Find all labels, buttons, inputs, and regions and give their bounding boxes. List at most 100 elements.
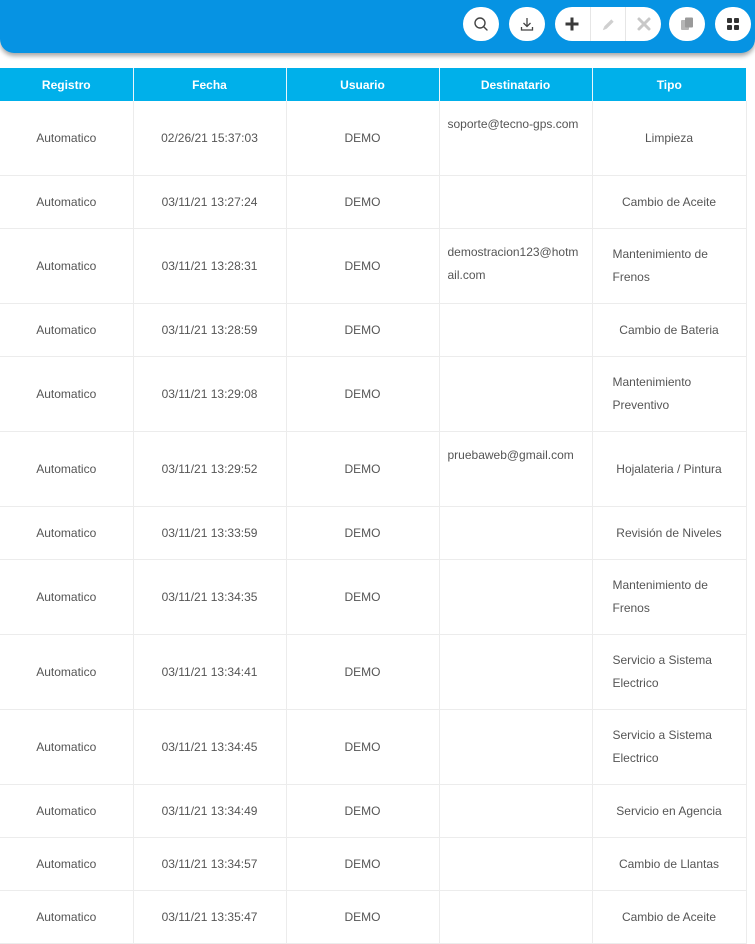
toolbar	[0, 0, 755, 53]
table-header-row: Registro Fecha Usuario Destinatario Tipo	[0, 68, 746, 101]
cell-registro: Automatico	[0, 303, 134, 357]
cell-registro: Automatico	[0, 101, 134, 176]
table-row[interactable]: Automatico 03/11/21 13:34:49 DEMO Servic…	[0, 784, 747, 838]
cell-fecha: 03/11/21 13:34:35	[133, 559, 287, 635]
column-header-usuario[interactable]: Usuario	[286, 68, 440, 101]
cell-tipo: Cambio de Aceite	[592, 175, 747, 229]
pencil-icon	[602, 18, 614, 30]
column-header-destinatario[interactable]: Destinatario	[439, 68, 593, 101]
cell-usuario: DEMO	[286, 356, 440, 432]
cell-destinatario	[439, 506, 593, 560]
copy-button[interactable]	[669, 7, 705, 41]
cell-fecha: 03/11/21 13:27:24	[133, 175, 287, 229]
cell-usuario: DEMO	[286, 228, 440, 304]
cell-fecha: 03/11/21 13:28:59	[133, 303, 287, 357]
cell-registro: Automatico	[0, 228, 134, 304]
table-row[interactable]: Automatico 02/26/21 15:37:03 DEMO soport…	[0, 101, 747, 176]
cell-registro: Automatico	[0, 709, 134, 785]
cell-tipo: Mantenimiento de Frenos	[592, 559, 747, 635]
download-button[interactable]	[509, 7, 545, 41]
table-row[interactable]: Automatico 03/11/21 13:29:08 DEMO Manten…	[0, 356, 747, 432]
cell-registro: Automatico	[0, 356, 134, 432]
cell-destinatario	[439, 356, 593, 432]
cell-destinatario	[439, 784, 593, 838]
records-table: Registro Fecha Usuario Destinatario Tipo…	[0, 68, 747, 944]
grid-view-button[interactable]	[715, 7, 751, 41]
cell-tipo: Cambio de Llantas	[592, 837, 747, 891]
cell-destinatario	[439, 559, 593, 635]
cell-registro: Automatico	[0, 506, 134, 560]
delete-button[interactable]	[625, 7, 661, 41]
cell-fecha: 03/11/21 13:35:47	[133, 890, 287, 944]
table-row[interactable]: Automatico 03/11/21 13:33:59 DEMO Revisi…	[0, 506, 747, 560]
cell-fecha: 03/11/21 13:29:52	[133, 431, 287, 507]
column-header-tipo[interactable]: Tipo	[592, 68, 746, 101]
close-icon	[637, 17, 651, 31]
cell-destinatario: pruebaweb@gmail.com	[439, 431, 593, 507]
cell-fecha: 03/11/21 13:34:41	[133, 634, 287, 710]
cell-registro: Automatico	[0, 175, 134, 229]
cell-destinatario	[439, 303, 593, 357]
download-icon	[520, 18, 534, 31]
cell-usuario: DEMO	[286, 559, 440, 635]
cell-tipo: Revisión de Niveles	[592, 506, 747, 560]
table-row[interactable]: Automatico 03/11/21 13:34:35 DEMO Manten…	[0, 559, 747, 635]
cell-destinatario	[439, 890, 593, 944]
cell-tipo: Cambio de Aceite	[592, 890, 747, 944]
cell-destinatario	[439, 709, 593, 785]
cell-tipo: Servicio a Sistema Electrico	[592, 709, 747, 785]
cell-tipo: Cambio de Bateria	[592, 303, 747, 357]
cell-destinatario	[439, 634, 593, 710]
cell-fecha: 03/11/21 13:33:59	[133, 506, 287, 560]
table-row[interactable]: Automatico 03/11/21 13:29:52 DEMO prueba…	[0, 431, 747, 507]
cell-usuario: DEMO	[286, 303, 440, 357]
cell-registro: Automatico	[0, 890, 134, 944]
cell-fecha: 02/26/21 15:37:03	[133, 101, 287, 176]
cell-registro: Automatico	[0, 634, 134, 710]
cell-destinatario: demostracion123@hotmail.com	[439, 228, 593, 304]
table-row[interactable]: Automatico 03/11/21 13:27:24 DEMO Cambio…	[0, 175, 747, 229]
cell-destinatario: soporte@tecno-gps.com	[439, 101, 593, 176]
cell-usuario: DEMO	[286, 101, 440, 176]
cell-registro: Automatico	[0, 431, 134, 507]
cell-usuario: DEMO	[286, 175, 440, 229]
cell-registro: Automatico	[0, 559, 134, 635]
record-actions-group	[555, 7, 661, 41]
cell-usuario: DEMO	[286, 709, 440, 785]
cell-fecha: 03/11/21 13:28:31	[133, 228, 287, 304]
copy-icon	[681, 17, 693, 30]
cell-usuario: DEMO	[286, 431, 440, 507]
column-header-fecha[interactable]: Fecha	[133, 68, 287, 101]
cell-usuario: DEMO	[286, 837, 440, 891]
table-row[interactable]: Automatico 03/11/21 13:28:59 DEMO Cambio…	[0, 303, 747, 357]
cell-fecha: 03/11/21 13:34:49	[133, 784, 287, 838]
cell-fecha: 03/11/21 13:34:57	[133, 837, 287, 891]
cell-tipo: Mantenimiento de Frenos	[592, 228, 747, 304]
column-header-registro[interactable]: Registro	[0, 68, 134, 101]
table-row[interactable]: Automatico 03/11/21 13:28:31 DEMO demost…	[0, 228, 747, 304]
cell-usuario: DEMO	[286, 784, 440, 838]
cell-tipo: Mantenimiento Preventivo	[592, 356, 747, 432]
search-button[interactable]	[463, 7, 499, 41]
add-button[interactable]	[555, 7, 590, 41]
cell-tipo: Servicio a Sistema Electrico	[592, 634, 747, 710]
plus-icon	[565, 17, 579, 31]
cell-destinatario	[439, 175, 593, 229]
edit-button[interactable]	[589, 7, 626, 41]
cell-registro: Automatico	[0, 784, 134, 838]
table-row[interactable]: Automatico 03/11/21 13:35:47 DEMO Cambio…	[0, 890, 747, 944]
cell-tipo: Servicio en Agencia	[592, 784, 747, 838]
search-icon	[474, 17, 488, 31]
cell-fecha: 03/11/21 13:34:45	[133, 709, 287, 785]
table-row[interactable]: Automatico 03/11/21 13:34:57 DEMO Cambio…	[0, 837, 747, 891]
cell-fecha: 03/11/21 13:29:08	[133, 356, 287, 432]
table-row[interactable]: Automatico 03/11/21 13:34:41 DEMO Servic…	[0, 634, 747, 710]
records-grid: Registro Fecha Usuario Destinatario Tipo…	[0, 68, 747, 944]
cell-usuario: DEMO	[286, 634, 440, 710]
cell-usuario: DEMO	[286, 890, 440, 944]
cell-destinatario	[439, 837, 593, 891]
grid-icon	[727, 18, 739, 30]
cell-tipo: Limpieza	[592, 101, 747, 176]
table-row[interactable]: Automatico 03/11/21 13:34:45 DEMO Servic…	[0, 709, 747, 785]
cell-registro: Automatico	[0, 837, 134, 891]
